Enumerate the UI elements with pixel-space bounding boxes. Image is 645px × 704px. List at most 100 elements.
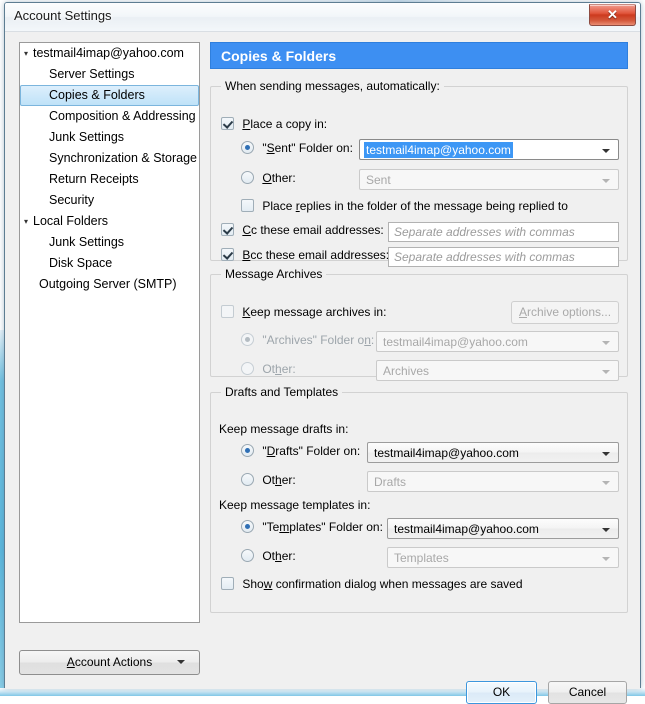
sidebar-item-account[interactable]: ▾ testmail4imap@yahoo.com (20, 43, 199, 64)
sent-folder-row[interactable]: "Sent" Folder on: (241, 141, 353, 155)
templates-other-radio[interactable] (241, 549, 254, 562)
ok-button[interactable]: OK (466, 681, 537, 704)
templates-folder-combobox[interactable]: testmail4imap@yahoo.com (387, 518, 619, 539)
sidebar-item-label: Local Folders (33, 211, 108, 232)
drafts-heading: Keep message drafts in: (219, 422, 348, 436)
sidebar-item-copies-folders[interactable]: Copies & Folders (20, 85, 199, 106)
archives-other-combobox[interactable]: Archives (376, 360, 619, 381)
group-drafts-templates: Drafts and Templates Keep message drafts… (210, 385, 628, 613)
group-drafts-templates-legend: Drafts and Templates (221, 385, 342, 399)
archives-folder-combobox[interactable]: testmail4imap@yahoo.com (376, 331, 619, 352)
place-copy-row[interactable]: Place a copy in: (221, 117, 327, 131)
drafts-folder-label: "Drafts" Folder on: (262, 444, 360, 458)
archives-folder-row[interactable]: "Archives" Folder on: (241, 333, 374, 347)
sidebar-item-label: Security (49, 190, 94, 211)
sidebar-item-security[interactable]: Security (20, 190, 199, 211)
drafts-folder-radio[interactable] (241, 444, 254, 457)
drafts-folder-combobox[interactable]: testmail4imap@yahoo.com (367, 442, 619, 463)
sidebar-item-local-folders[interactable]: ▾ Local Folders (20, 211, 199, 232)
sidebar-item-label: Junk Settings (49, 232, 124, 253)
show-confirm-row[interactable]: Show confirmation dialog when messages a… (221, 577, 523, 591)
sidebar-item-composition-addressing[interactable]: Composition & Addressing (20, 106, 199, 127)
bcc-label: Bcc these email addresses: (242, 248, 389, 262)
chevron-down-icon[interactable] (602, 149, 610, 153)
sent-folder-combobox[interactable]: testmail4imap@yahoo.com (359, 139, 619, 160)
archive-options-button[interactable]: Archive options... (511, 301, 619, 324)
archives-other-row[interactable]: Other: (241, 362, 296, 376)
sidebar-item-label: Synchronization & Storage (49, 148, 197, 169)
collapse-triangle-icon[interactable]: ▾ (24, 43, 34, 64)
sidebar-item-disk-space[interactable]: Disk Space (20, 253, 199, 274)
templates-folder-radio[interactable] (241, 520, 254, 533)
sidebar-item-label: testmail4imap@yahoo.com (33, 43, 184, 64)
sidebar-item-synchronization-storage[interactable]: Synchronization & Storage (20, 148, 199, 169)
cc-checkbox[interactable] (221, 223, 234, 236)
sidebar-item-label: Server Settings (49, 64, 134, 85)
show-confirm-checkbox[interactable] (221, 577, 234, 590)
close-icon[interactable]: ✕ (589, 4, 636, 26)
cc-input[interactable]: Separate addresses with commas (388, 222, 619, 242)
sent-other-value: Sent (366, 173, 391, 187)
templates-folder-label: "Templates" Folder on: (262, 520, 383, 534)
sidebar-item-junk-settings[interactable]: Junk Settings (20, 127, 199, 148)
drafts-other-radio[interactable] (241, 473, 254, 486)
bcc-checkbox[interactable] (221, 248, 234, 261)
sent-other-label: Other: (262, 171, 295, 185)
templates-other-row[interactable]: Other: (241, 549, 296, 563)
sidebar-item-label: Outgoing Server (SMTP) (39, 274, 177, 295)
window-title: Account Settings (14, 8, 112, 23)
chevron-down-icon[interactable] (602, 528, 610, 532)
templates-folder-value: testmail4imap@yahoo.com (394, 522, 539, 536)
sent-folder-value: testmail4imap@yahoo.com (364, 142, 513, 158)
sidebar-item-outgoing-server[interactable]: Outgoing Server (SMTP) (20, 274, 199, 295)
bcc-row[interactable]: Bcc these email addresses: (221, 248, 389, 262)
group-message-archives-legend: Message Archives (221, 267, 326, 281)
place-replies-row[interactable]: Place replies in the folder of the messa… (241, 199, 568, 213)
keep-archives-row[interactable]: Keep message archives in: (221, 305, 386, 319)
place-replies-label: Place replies in the folder of the messa… (262, 199, 568, 213)
archives-folder-label: "Archives" Folder on: (262, 333, 374, 347)
chevron-down-icon[interactable] (602, 370, 610, 374)
chevron-down-icon[interactable] (602, 341, 610, 345)
chevron-down-icon[interactable] (602, 179, 610, 183)
sent-other-radio[interactable] (241, 171, 254, 184)
place-replies-checkbox[interactable] (241, 199, 254, 212)
show-confirm-label: Show confirmation dialog when messages a… (242, 577, 522, 591)
sidebar-item-label: Copies & Folders (49, 86, 145, 105)
sent-folder-radio[interactable] (241, 141, 254, 154)
sent-other-row[interactable]: Other: (241, 171, 296, 185)
archives-other-radio[interactable] (241, 362, 254, 375)
archives-other-value: Archives (383, 364, 429, 378)
drafts-folder-row[interactable]: "Drafts" Folder on: (241, 444, 360, 458)
templates-heading: Keep message templates in: (219, 498, 370, 512)
sidebar-item-label: Disk Space (49, 253, 112, 274)
templates-other-combobox[interactable]: Templates (387, 547, 619, 568)
chevron-down-icon (177, 660, 185, 664)
place-copy-label: Place a copy in: (242, 117, 327, 131)
place-copy-checkbox[interactable] (221, 117, 234, 130)
templates-folder-row[interactable]: "Templates" Folder on: (241, 520, 383, 534)
cancel-button[interactable]: Cancel (548, 681, 627, 704)
close-glyph: ✕ (590, 6, 635, 23)
bcc-input[interactable]: Separate addresses with commas (388, 247, 619, 267)
sidebar-item-local-junk-settings[interactable]: Junk Settings (20, 232, 199, 253)
sent-other-combobox[interactable]: Sent (359, 169, 619, 190)
chevron-down-icon[interactable] (602, 481, 610, 485)
drafts-other-row[interactable]: Other: (241, 473, 296, 487)
sidebar-item-server-settings[interactable]: Server Settings (20, 64, 199, 85)
cc-row[interactable]: Cc these email addresses: (221, 223, 384, 237)
account-tree[interactable]: ▾ testmail4imap@yahoo.com Server Setting… (19, 42, 200, 623)
chevron-down-icon[interactable] (602, 452, 610, 456)
archives-folder-radio[interactable] (241, 333, 254, 346)
templates-other-value: Templates (394, 551, 449, 565)
collapse-triangle-icon[interactable]: ▾ (24, 211, 34, 232)
sidebar-item-return-receipts[interactable]: Return Receipts (20, 169, 199, 190)
sidebar-item-label: Junk Settings (49, 127, 124, 148)
chevron-down-icon[interactable] (602, 557, 610, 561)
drafts-other-combobox[interactable]: Drafts (367, 471, 619, 492)
archives-other-label: Other: (262, 362, 295, 376)
bcc-placeholder: Separate addresses with commas (394, 250, 575, 264)
group-message-archives: Message Archives Keep message archives i… (210, 267, 628, 377)
keep-archives-checkbox[interactable] (221, 305, 234, 318)
account-actions-button[interactable]: Account Actions (19, 650, 200, 675)
